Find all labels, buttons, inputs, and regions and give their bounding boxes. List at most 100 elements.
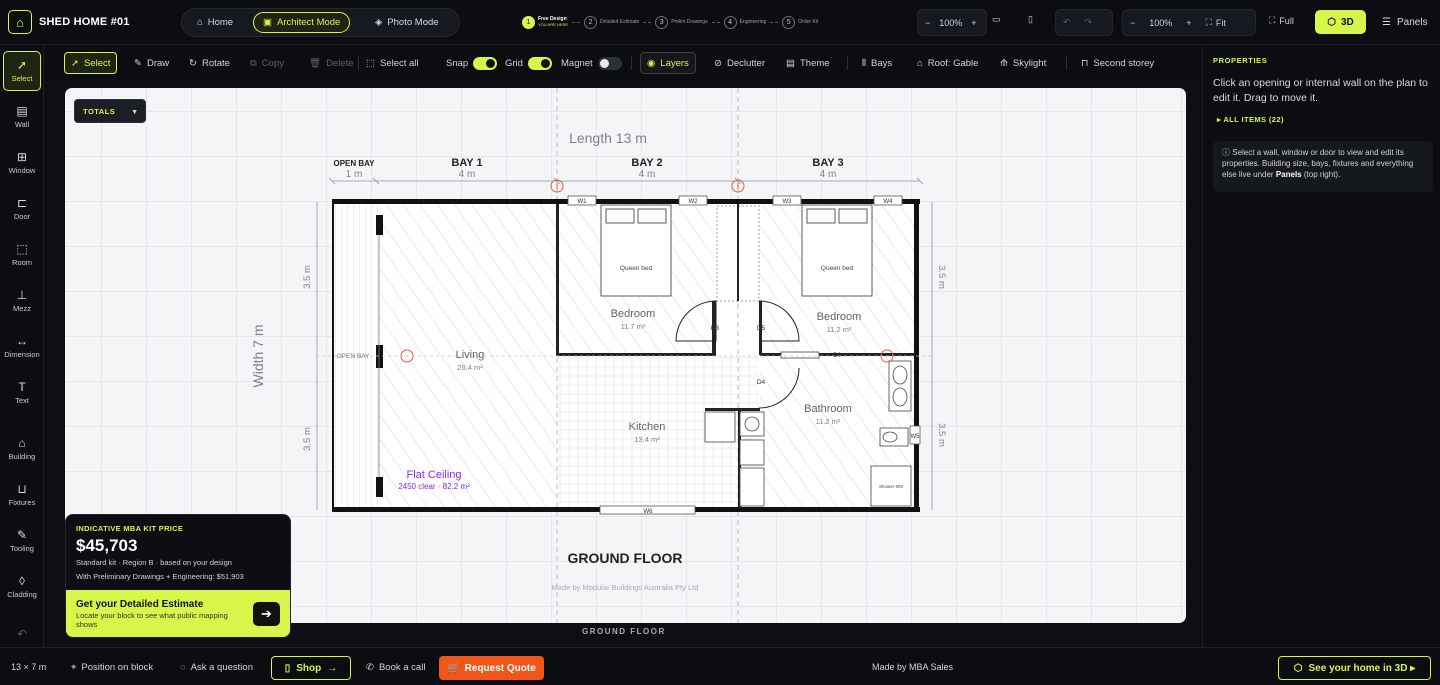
ask-question-button[interactable]: ◌ Ask a question <box>180 658 253 676</box>
mode-home[interactable]: ⌂ Home <box>188 12 242 33</box>
skylight-icon: ⟰ <box>1000 57 1008 69</box>
cladding-icon: ◊ <box>19 574 25 588</box>
bed-2-label: Queen bed <box>821 265 854 272</box>
mode-architect[interactable]: ▣ Architect Mode <box>253 12 351 33</box>
zoom-out-button[interactable]: − <box>918 18 937 28</box>
layers-button[interactable]: ◉ Layers <box>640 52 696 74</box>
see-home-3d-button[interactable]: ⬡ See your home in 3D ▸ <box>1278 656 1431 680</box>
tool-building[interactable]: ⌂ Building <box>3 429 41 469</box>
arrow-right-icon[interactable]: ➔ <box>253 602 280 626</box>
tool-mezz[interactable]: ⊥ Mezz <box>3 281 41 321</box>
tool-window[interactable]: ⊞ Window <box>3 143 41 183</box>
home-logo-icon[interactable]: ⌂ <box>8 10 32 34</box>
opening-w6[interactable]: W6 <box>644 509 654 515</box>
opening-d4[interactable]: D4 <box>757 379 766 386</box>
tool-room[interactable]: ⬚ Room <box>3 235 41 275</box>
step-3[interactable]: 3 Prelim Drawings <box>655 15 708 29</box>
mode-switcher: ⌂ Home ▣ Architect Mode ◈ Photo Mode <box>181 8 460 37</box>
undo-icon[interactable]: ↶ <box>1056 17 1078 28</box>
view-3d-button[interactable]: ⬡ 3D <box>1315 10 1366 34</box>
zoom-out-button-b[interactable]: − <box>1123 18 1142 28</box>
opening-d6[interactable]: D6 <box>833 352 842 359</box>
bay-1-dim: 4 m <box>459 169 476 180</box>
tool-door[interactable]: ⊏ Door <box>3 189 41 229</box>
select-button[interactable]: ➚ Select <box>64 52 118 74</box>
copy-button[interactable]: ⧉ Copy <box>244 52 290 74</box>
opening-w2[interactable]: W2 <box>689 199 699 205</box>
request-quote-button[interactable]: 🛒 Request Quote <box>439 656 544 680</box>
delete-button[interactable]: 🗑 Delete <box>303 52 360 74</box>
ceiling-name[interactable]: Flat Ceiling <box>406 469 461 481</box>
folder-icon[interactable]: ▭ <box>985 14 1008 25</box>
ceiling-detail: 2450 clear · 82.2 m² <box>398 482 470 491</box>
bays-button[interactable]: ⫴ Bays <box>856 52 898 74</box>
cta-subtitle: Locate your block to see what public map… <box>76 611 228 629</box>
opening-d3[interactable]: D3 <box>711 325 720 332</box>
declutter-button[interactable]: ⊘ Declutter <box>708 52 771 74</box>
project-title[interactable]: SHED HOME #01 <box>39 16 130 28</box>
magnet-switch[interactable] <box>597 56 622 70</box>
draw-button[interactable]: ✎ Draw <box>128 52 175 74</box>
skylight-button[interactable]: ⟰ Skylight <box>994 52 1052 74</box>
room-living-name[interactable]: Living <box>456 349 485 361</box>
step-4[interactable]: 4 Engineering <box>723 15 766 29</box>
top-bar: ⌂ SHED HOME #01 ⌂ Home ▣ Architect Mode ◈ P… <box>0 0 1440 45</box>
roof-button[interactable]: ⌂ Roof: Gable <box>911 52 984 74</box>
full-button[interactable]: ⛶ Full <box>1262 15 1301 26</box>
tool-dimension[interactable]: ↔ Dimension <box>3 327 41 367</box>
window-icon: ⊞ <box>16 150 28 164</box>
panels-button[interactable]: ☰ Panels <box>1376 10 1434 34</box>
dim-right-bottom: 3.5 m <box>936 423 947 447</box>
made-by-footer: Made by MBA Sales <box>872 662 954 672</box>
grid-toggle[interactable]: Grid <box>499 52 558 74</box>
step-5[interactable]: 5 Order Kit <box>782 15 818 29</box>
architect-icon: ▣ <box>263 17 272 28</box>
tool-tooling[interactable]: ✎ Tooling <box>3 521 41 561</box>
mode-photo[interactable]: ◈ Photo Mode <box>366 12 448 33</box>
position-on-block-button[interactable]: ⌖ Position on block <box>71 658 153 676</box>
chevron-down-icon: ▾ <box>132 106 137 116</box>
fit-button[interactable]: ⛶ Fit <box>1199 17 1233 28</box>
tool-select[interactable]: ➚ Select <box>3 51 41 91</box>
zoom-in-button-b[interactable]: + <box>1179 18 1198 28</box>
select-all-button[interactable]: ⬚ Select all <box>360 52 425 74</box>
all-items-toggle[interactable]: ▸ ALL ITEMS (22) <box>1217 115 1284 124</box>
room-bedroom-1-name[interactable]: Bedroom <box>611 308 656 320</box>
shower-label: Shower 900 <box>879 484 904 489</box>
fixtures-icon: ⊔ <box>17 482 27 496</box>
dimension-icon: ↔ <box>16 334 28 348</box>
step-2[interactable]: 2 Detailed Estimate <box>584 15 639 29</box>
step-1[interactable]: 1 Free Design YOU ARE HERE <box>522 15 568 29</box>
rotate-button[interactable]: ↻ Rotate <box>183 52 236 74</box>
opening-w5[interactable]: W5 <box>911 434 921 440</box>
room-bathroom-name[interactable]: Bathroom <box>804 403 852 415</box>
wall-laundry <box>705 408 760 411</box>
magnet-toggle[interactable]: Magnet <box>555 52 628 74</box>
book-call-button[interactable]: ✆ Book a call <box>366 658 425 676</box>
redo-icon[interactable]: ↷ <box>1078 17 1100 28</box>
properties-panel: PROPERTIES Click an opening or internal … <box>1202 46 1440 647</box>
snap-toggle[interactable]: Snap <box>440 52 503 74</box>
detailed-estimate-cta[interactable]: Get your Detailed Estimate Locate your b… <box>66 590 290 637</box>
grid-switch[interactable] <box>527 56 552 70</box>
shop-button[interactable]: ▯ Shop → <box>271 656 351 680</box>
tool-text[interactable]: T Text <box>3 373 41 413</box>
lock-icon: ⊓ <box>1081 57 1089 69</box>
opening-w3[interactable]: W3 <box>783 199 793 205</box>
document-icon[interactable]: ▯ <box>1021 14 1040 25</box>
second-storey-button[interactable]: ⊓ Second storey <box>1075 52 1160 74</box>
theme-button[interactable]: ▤ Theme <box>780 52 836 74</box>
tool-cladding[interactable]: ◊ Cladding <box>3 567 41 607</box>
opening-d5[interactable]: D5 <box>757 325 766 332</box>
opening-w4[interactable]: W4 <box>884 199 894 205</box>
snap-switch[interactable] <box>473 56 498 70</box>
room-bedroom-2-name[interactable]: Bedroom <box>817 311 862 323</box>
totals-dropdown[interactable]: TOTALS ▾ <box>74 99 146 123</box>
room-kitchen-name[interactable]: Kitchen <box>629 421 666 433</box>
rotate-icon: ↻ <box>189 57 197 69</box>
tool-fixtures[interactable]: ⊔ Fixtures <box>3 475 41 515</box>
opening-w1[interactable]: W1 <box>578 199 588 205</box>
wall-open-edge <box>332 199 334 512</box>
zoom-in-button[interactable]: + <box>964 18 983 28</box>
tool-wall[interactable]: ▤ Wall <box>3 97 41 137</box>
